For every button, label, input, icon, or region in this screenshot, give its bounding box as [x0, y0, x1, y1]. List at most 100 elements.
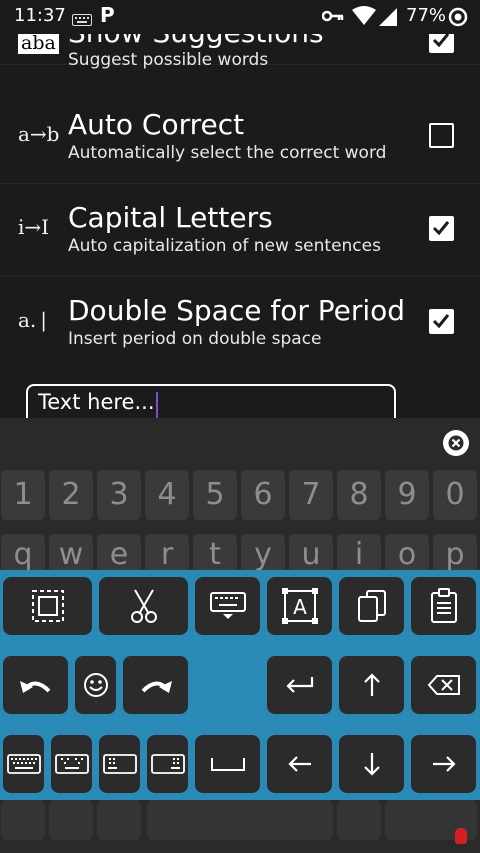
keyboard-size-4-icon — [150, 754, 185, 774]
settings-list: aba Show Suggestions Suggest possible wo… — [0, 0, 480, 428]
spacebar-key[interactable] — [147, 800, 333, 840]
setting-subtitle: Suggest possible words — [68, 50, 269, 70]
key-r[interactable]: r — [145, 534, 189, 574]
setting-auto-correct[interactable]: a→b Auto Correct Automatically select th… — [0, 91, 480, 184]
key-6[interactable]: 6 — [241, 470, 285, 520]
key-u[interactable]: u — [289, 534, 333, 574]
key-0[interactable]: 0 — [433, 470, 477, 520]
key-9[interactable]: 9 — [385, 470, 429, 520]
select-all-icon — [31, 590, 64, 622]
keyboard-size-1-button[interactable] — [3, 735, 44, 793]
key-1[interactable]: 1 — [1, 470, 45, 520]
key-i[interactable]: i — [337, 534, 381, 574]
redo-button[interactable] — [123, 656, 188, 714]
setting-title: Auto Correct — [68, 108, 245, 141]
paste-icon — [430, 588, 457, 623]
arrow-up-icon — [363, 673, 380, 696]
key-8[interactable]: 8 — [337, 470, 381, 520]
keyboard-bottom-row — [0, 800, 480, 853]
backspace-icon — [427, 675, 460, 695]
vpn-key-icon — [321, 8, 344, 27]
keyboard-notification-icon — [72, 11, 92, 30]
arrow-left-button[interactable] — [267, 735, 332, 793]
status-time: 11:37 — [14, 5, 66, 26]
auto-correct-icon: a→b — [18, 122, 60, 146]
text-input-value: Text here... — [38, 390, 155, 414]
number-row: 1 2 3 4 5 6 7 8 9 0 — [0, 470, 480, 520]
key-q[interactable]: q — [1, 534, 45, 574]
enter-icon — [285, 677, 313, 693]
app-p-icon: P — [100, 3, 115, 27]
setting-subtitle: Insert period on double space — [68, 329, 322, 349]
close-icon[interactable] — [443, 430, 469, 456]
undo-button[interactable] — [3, 656, 68, 714]
cut-button[interactable] — [99, 577, 188, 635]
comma-key[interactable] — [49, 800, 93, 840]
redo-icon — [141, 681, 172, 693]
arrow-down-icon — [363, 753, 380, 776]
svg-text:A: A — [293, 595, 307, 619]
select-text-icon: A — [281, 588, 318, 624]
backspace-button[interactable] — [411, 656, 476, 714]
wifi-icon — [352, 6, 376, 30]
double-space-checkbox[interactable] — [429, 309, 454, 334]
apostrophe-key[interactable] — [97, 800, 141, 840]
key-7[interactable]: 7 — [289, 470, 333, 520]
keyboard-size-3-button[interactable] — [99, 735, 140, 793]
period-key[interactable] — [337, 800, 381, 840]
setting-title: Double Space for Period — [68, 294, 406, 327]
setting-subtitle: Automatically select the correct word — [68, 143, 387, 163]
select-text-button[interactable]: A — [267, 577, 332, 635]
arrow-right-button[interactable] — [411, 735, 476, 793]
suggestions-icon: aba — [18, 32, 59, 54]
status-bar: 11:37 P 77% — [0, 0, 480, 34]
setting-double-space-period[interactable]: a. | Double Space for Period Insert peri… — [0, 277, 480, 370]
keyboard-size-1-icon — [6, 754, 41, 774]
sync-ring-icon — [448, 7, 468, 31]
enter-button[interactable] — [267, 656, 332, 714]
setting-title: Capital Letters — [68, 201, 273, 234]
hide-keyboard-button[interactable] — [195, 577, 260, 635]
space-icon — [210, 758, 245, 771]
text-caret — [156, 392, 158, 418]
key-o[interactable]: o — [385, 534, 429, 574]
paste-button[interactable] — [411, 577, 476, 635]
copy-button[interactable] — [339, 577, 404, 635]
edit-panel: A — [0, 570, 480, 800]
key-3[interactable]: 3 — [97, 470, 141, 520]
setting-capital-letters[interactable]: i→I Capital Letters Auto capitalization … — [0, 184, 480, 277]
auto-correct-checkbox[interactable] — [429, 123, 454, 148]
arrow-right-icon — [432, 756, 456, 772]
key-5[interactable]: 5 — [193, 470, 237, 520]
key-y[interactable]: y — [241, 534, 285, 574]
arrow-left-icon — [287, 756, 311, 772]
keyboard-size-3-icon — [102, 754, 137, 774]
letter-row: q w e r t y u i o p — [0, 534, 480, 574]
double-space-icon: a. | — [18, 308, 48, 332]
debug-indicator-icon — [455, 828, 467, 844]
keyboard-size-2-button[interactable] — [51, 735, 92, 793]
select-all-button[interactable] — [3, 577, 92, 635]
keyboard-size-4-button[interactable] — [147, 735, 188, 793]
setting-subtitle: Auto capitalization of new sentences — [68, 236, 381, 256]
key-t[interactable]: t — [193, 534, 237, 574]
key-2[interactable]: 2 — [49, 470, 93, 520]
emoji-button[interactable] — [75, 656, 116, 714]
shift-up-button[interactable] — [339, 656, 404, 714]
space-button[interactable] — [195, 735, 260, 793]
arrow-down-button[interactable] — [339, 735, 404, 793]
key-4[interactable]: 4 — [145, 470, 189, 520]
key-e[interactable]: e — [97, 534, 141, 574]
undo-icon — [19, 681, 50, 693]
emoji-icon — [83, 673, 108, 697]
key-w[interactable]: w — [49, 534, 93, 574]
capital-letters-checkbox[interactable] — [429, 216, 454, 241]
cell-signal-icon — [378, 7, 398, 31]
hide-keyboard-icon — [209, 592, 246, 619]
capital-letters-icon: i→I — [18, 215, 50, 239]
cut-icon — [130, 589, 157, 623]
key-p[interactable]: p — [433, 534, 477, 574]
keyboard-size-2-icon — [54, 754, 89, 774]
mic-key[interactable] — [1, 800, 45, 840]
copy-icon — [357, 590, 386, 622]
